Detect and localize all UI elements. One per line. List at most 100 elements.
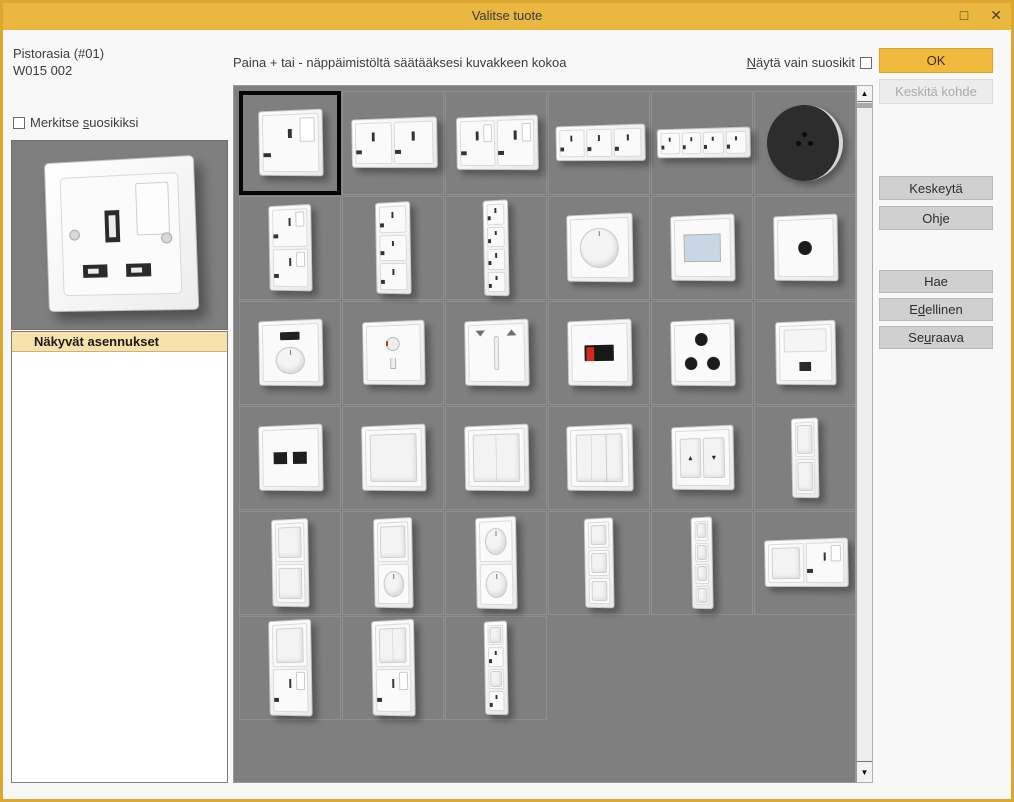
product-image-switch-1g [361, 424, 426, 492]
product-cell-data-outlet-flap[interactable] [754, 301, 856, 405]
product-image-data-outlet-2port [258, 424, 323, 492]
product-image-speaker-terminal [567, 319, 632, 387]
product-grid [234, 86, 855, 720]
product-cell-switch-socket-combo-horizontal[interactable] [754, 511, 856, 615]
preview-socket-switch [135, 182, 170, 236]
product-cell-key-switch[interactable] [342, 301, 444, 405]
scrollbar-thumb[interactable] [857, 103, 872, 108]
favorite-checkbox[interactable] [13, 117, 25, 129]
scroll-down-icon: ▼ [861, 768, 869, 777]
product-cell-socket-2g-framed[interactable] [445, 91, 547, 195]
preview-screw-right [160, 232, 172, 244]
product-cell-switch-2g-vertical-narrow[interactable] [754, 406, 856, 510]
product-image-socket-4g-vertical [483, 199, 510, 296]
product-cell-data-outlet-2port[interactable] [239, 406, 341, 510]
product-image-socket-2g-vertical [268, 204, 312, 292]
close-icon[interactable]: ✕ [990, 8, 1002, 22]
select-product-dialog: Valitse tuote □ ✕ Pistorasia (#01) W015 … [0, 0, 1014, 802]
product-image-socket-2g-wide [351, 116, 438, 168]
product-cell-single-hole-outlet[interactable] [754, 196, 856, 300]
product-image-thermostat-knob [258, 319, 323, 387]
cancel-button[interactable]: Keskeytä [879, 176, 993, 200]
product-image-socket-4g-strip [657, 127, 751, 159]
product-cell-socket-2g-wide[interactable] [342, 91, 444, 195]
product-cell-speaker-terminal[interactable] [548, 301, 650, 405]
product-cell-switch-2x2g-vertical[interactable] [239, 511, 341, 615]
help-button[interactable]: Ohje [879, 206, 993, 230]
favorites-filter-checkbox[interactable] [860, 57, 872, 69]
product-image-switch-socket-combo-horizontal [764, 537, 849, 587]
preview-socket-face [59, 172, 182, 296]
product-image-tv-antenna-outlet [670, 319, 735, 387]
maximize-icon[interactable]: □ [960, 8, 968, 22]
preview-socket-plate [43, 155, 198, 312]
product-cell-switch-socket-4unit-strip[interactable] [445, 616, 547, 720]
product-cell-switch-1g[interactable] [342, 406, 444, 510]
favorite-checkbox-label: Merkitse suosikiksi [30, 115, 138, 130]
product-image-switch-dimmer-vertical [373, 517, 414, 608]
grid-scrollbar[interactable]: ▲ ▼ [856, 85, 873, 783]
product-cell-socket-3g-strip[interactable] [548, 91, 650, 195]
product-cell-switch-4g-vertical-narrow[interactable] [651, 511, 753, 615]
product-cell-socket-1g-switched[interactable] [239, 91, 341, 195]
product-cell-display-thermostat[interactable] [651, 196, 753, 300]
product-image-switch-2g-socket-vertical [371, 619, 416, 717]
product-image-data-outlet-flap [775, 320, 837, 386]
next-button[interactable]: Seuraava [879, 326, 993, 349]
visible-installations-list[interactable]: Näkyvät asennukset [11, 331, 228, 783]
product-cell-switch-2g-socket-vertical[interactable] [342, 616, 444, 720]
product-image-socket-1g-switched [258, 109, 323, 177]
product-cell-blind-rocker-switch[interactable] [651, 406, 753, 510]
product-cell-rotary-blind-control[interactable] [445, 301, 547, 405]
product-image-switch-3g [566, 423, 633, 491]
product-image-switch-2x2g-vertical [271, 518, 310, 607]
preview-earth-slot [104, 210, 120, 242]
preview-screw-left [69, 229, 80, 240]
titlebar-buttons: □ ✕ [960, 0, 1002, 30]
product-cell-switch-2g[interactable] [445, 406, 547, 510]
product-image-switch-3g-vertical [584, 517, 615, 608]
product-image-switch-2g [464, 424, 529, 492]
product-image-display-thermostat [670, 214, 735, 282]
product-cell-round-connector-black[interactable] [754, 91, 856, 195]
product-cell-dimmer-2x-vertical[interactable] [445, 511, 547, 615]
product-image-socket-3g-vertical [375, 201, 412, 294]
product-image-round-connector-black [767, 105, 843, 181]
product-cell-socket-3g-vertical[interactable] [342, 196, 444, 300]
product-cell-socket-2g-vertical[interactable] [239, 196, 341, 300]
search-button[interactable]: Hae [879, 270, 993, 293]
favorite-checkbox-row[interactable]: Merkitse suosikiksi [13, 115, 138, 130]
product-cell-thermostat-knob[interactable] [239, 301, 341, 405]
favorites-filter-row[interactable]: Näytä vain suosikit [233, 55, 872, 70]
product-cell-switch-3g-vertical[interactable] [548, 511, 650, 615]
product-image-rotary-dimmer [566, 212, 633, 282]
scroll-up-icon: ▲ [861, 89, 869, 98]
product-name: Pistorasia (#01) [13, 46, 104, 61]
product-preview [11, 140, 228, 330]
product-cell-tv-antenna-outlet[interactable] [651, 301, 753, 405]
scroll-down-button[interactable]: ▼ [857, 761, 872, 782]
previous-button[interactable]: Edellinen [879, 298, 993, 321]
product-cell-switch-socket-vertical[interactable] [239, 616, 341, 720]
ok-button[interactable]: OK [879, 48, 993, 73]
product-cell-switch-3g[interactable] [548, 406, 650, 510]
preview-pin-slot-right [125, 263, 150, 277]
product-image-switch-4g-vertical-narrow [691, 516, 714, 609]
product-image-single-hole-outlet [773, 214, 838, 282]
product-image-socket-3g-strip [555, 123, 645, 161]
product-image-switch-2g-vertical-narrow [791, 417, 820, 498]
product-image-blind-rocker-switch [671, 425, 734, 491]
product-cell-rotary-dimmer[interactable] [548, 196, 650, 300]
scroll-up-button[interactable]: ▲ [857, 86, 872, 102]
window-title: Valitse tuote [472, 8, 543, 23]
titlebar: Valitse tuote □ ✕ [0, 0, 1014, 30]
product-cell-socket-4g-vertical[interactable] [445, 196, 547, 300]
product-cell-switch-dimmer-vertical[interactable] [342, 511, 444, 615]
visible-installations-header: Näkyvät asennukset [12, 332, 227, 352]
center-target-button[interactable]: Keskitä kohde [879, 79, 993, 104]
product-grid-area [233, 85, 856, 783]
product-image-rotary-blind-control [464, 319, 529, 387]
product-cell-socket-4g-strip[interactable] [651, 91, 753, 195]
product-image-key-switch [362, 320, 425, 386]
product-image-switch-socket-4unit-strip [484, 620, 509, 715]
